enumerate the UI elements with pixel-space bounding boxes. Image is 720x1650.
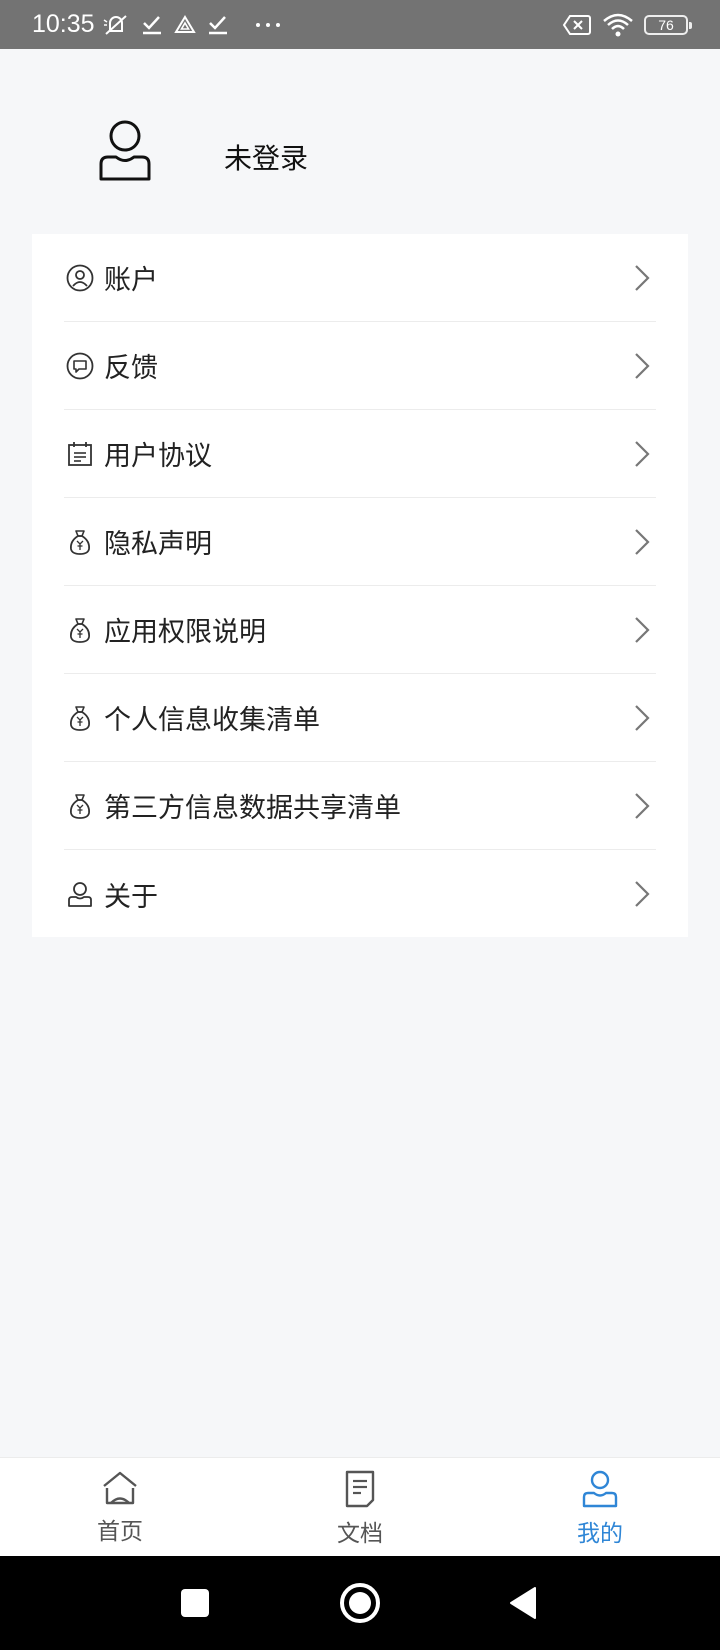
menu-item-user-agreement[interactable]: 用户协议: [64, 410, 656, 498]
menu-item-label: 第三方信息数据共享清单: [104, 793, 401, 824]
settings-menu: 账户 反馈 用户协议 隐私声明 应用权限说明 个人信息收集清单 第三方信息数据共…: [32, 234, 688, 937]
status-bar: 10:35 76: [0, 0, 720, 49]
home-circle-icon[interactable]: [340, 1583, 380, 1623]
menu-item-privacy-statement[interactable]: 隐私声明: [64, 498, 656, 586]
money-bag-icon: [66, 792, 94, 820]
chevron-right-icon: [635, 265, 650, 291]
bottom-tab-bar: 首页 文档 我的: [0, 1457, 720, 1556]
battery-icon: 76: [644, 14, 692, 35]
menu-item-about[interactable]: 关于: [64, 850, 656, 938]
drive-icon: [173, 14, 196, 33]
user-outline-icon: [99, 120, 151, 181]
calendar-doc-icon: [66, 440, 94, 468]
chevron-right-icon: [635, 441, 650, 467]
status-time: 10:35: [32, 10, 95, 38]
feedback-bubble-icon: [66, 352, 94, 380]
person-icon: [66, 880, 94, 908]
menu-item-personal-info-list[interactable]: 个人信息收集清单: [64, 674, 656, 762]
home-icon: [103, 1471, 137, 1505]
menu-item-label: 账户: [104, 265, 158, 296]
battery-level: 76: [658, 16, 674, 33]
status-icons-left: [101, 12, 287, 38]
system-nav-bar: [0, 1556, 720, 1650]
menu-item-label: 个人信息收集清单: [104, 705, 320, 736]
tab-label: 我的: [577, 1521, 623, 1547]
sim-off-icon: [562, 14, 591, 35]
more-dots-icon: [255, 22, 280, 27]
menu-item-label: 反馈: [104, 353, 158, 384]
chevron-right-icon: [635, 617, 650, 643]
status-icons-right: 76: [562, 12, 692, 38]
chevron-right-icon: [635, 881, 650, 907]
chevron-right-icon: [635, 529, 650, 555]
chevron-right-icon: [635, 705, 650, 731]
money-bag-icon: [66, 528, 94, 556]
mute-icon: [103, 14, 127, 35]
menu-item-label: 应用权限说明: [104, 617, 266, 648]
chevron-right-icon: [635, 353, 650, 379]
menu-item-label: 隐私声明: [104, 529, 212, 560]
check-icon: [208, 15, 227, 34]
tab-mine[interactable]: 我的: [540, 1470, 660, 1548]
account-circle-icon: [66, 264, 94, 292]
check-icon: [142, 15, 161, 34]
money-bag-icon: [66, 616, 94, 644]
document-icon: [345, 1470, 375, 1508]
money-bag-icon: [66, 704, 94, 732]
login-status[interactable]: 未登录: [224, 137, 308, 177]
menu-item-label: 用户协议: [104, 441, 212, 472]
menu-item-third-party-sharing[interactable]: 第三方信息数据共享清单: [64, 762, 656, 850]
menu-item-app-permissions[interactable]: 应用权限说明: [64, 586, 656, 674]
tab-documents[interactable]: 文档: [300, 1470, 420, 1548]
menu-item-account[interactable]: 账户: [64, 234, 656, 322]
chevron-right-icon: [635, 793, 650, 819]
tab-label: 文档: [337, 1521, 383, 1547]
wifi-icon: [603, 13, 633, 36]
tab-label: 首页: [97, 1519, 143, 1545]
menu-item-label: 关于: [104, 881, 158, 913]
recents-square-icon[interactable]: [181, 1589, 209, 1617]
profile-header[interactable]: 未登录: [0, 49, 720, 234]
back-triangle-icon[interactable]: [508, 1586, 538, 1620]
tab-home[interactable]: 首页: [60, 1470, 180, 1546]
menu-item-feedback[interactable]: 反馈: [64, 322, 656, 410]
profile-icon: [582, 1470, 618, 1508]
